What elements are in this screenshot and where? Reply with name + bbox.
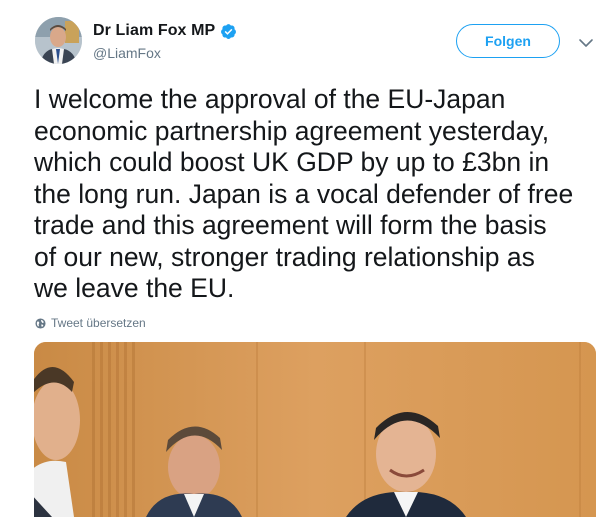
- verified-badge-icon: [220, 23, 237, 40]
- avatar-photo: [35, 17, 82, 64]
- follow-button[interactable]: Folgen: [456, 24, 560, 58]
- tweet-photo[interactable]: [34, 342, 596, 517]
- tweet-card: Dr Liam Fox MP @LiamFox Folgen I welcome…: [0, 0, 612, 517]
- avatar[interactable]: [35, 17, 82, 64]
- tweet-text: I welcome the approval of the EU-Japan e…: [34, 84, 574, 303]
- author-name[interactable]: Dr Liam Fox MP: [93, 22, 215, 40]
- translate-link[interactable]: Tweet übersetzen: [35, 316, 146, 330]
- photo-scene: [34, 342, 596, 517]
- name-row: Dr Liam Fox MP: [93, 21, 237, 41]
- author-handle[interactable]: @LiamFox: [93, 45, 237, 61]
- globe-icon: [35, 317, 46, 329]
- translate-label: Tweet übersetzen: [51, 316, 146, 330]
- author-block: Dr Liam Fox MP @LiamFox: [93, 21, 237, 61]
- chevron-down-icon[interactable]: [578, 36, 594, 48]
